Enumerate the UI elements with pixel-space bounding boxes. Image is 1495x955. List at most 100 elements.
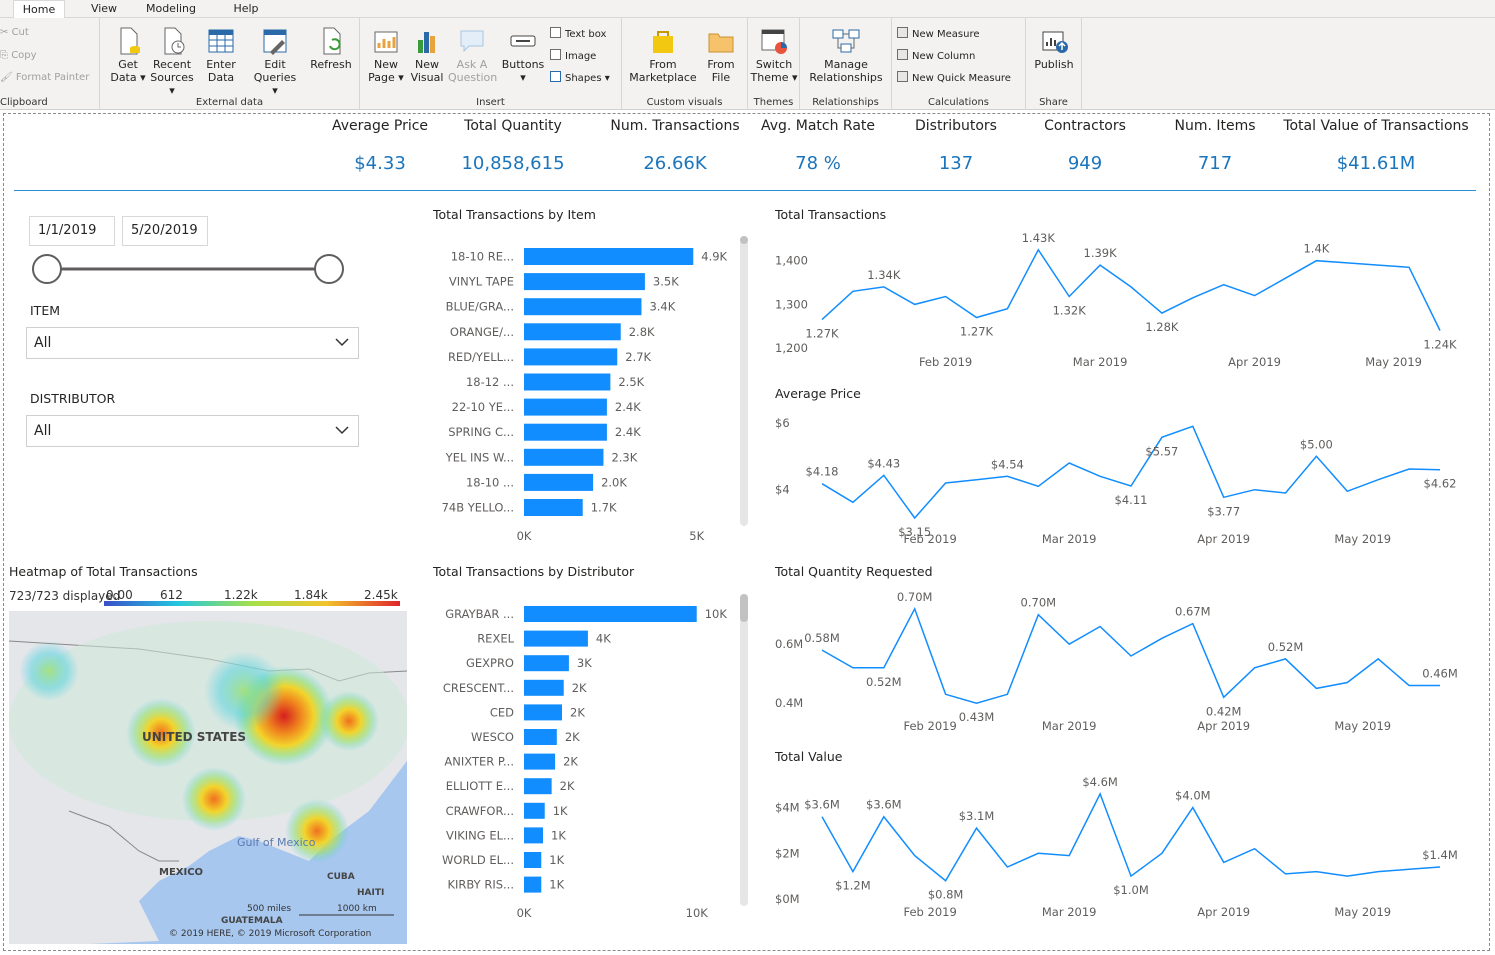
heat-spot-florida: [285, 799, 349, 863]
new-quick-measure-button[interactable]: New Quick Measure: [897, 71, 1011, 86]
x-tick-label: 10K: [686, 906, 709, 920]
data-label: $4.62: [1424, 477, 1457, 491]
bar-chart-icon: [418, 32, 435, 53]
tab-view[interactable]: View: [80, 0, 128, 18]
tab-help[interactable]: Help: [222, 0, 270, 18]
distributor-chart-title: Total Transactions by Distributor: [433, 564, 635, 579]
bar[interactable]: [524, 348, 618, 366]
from-file-button[interactable]: From File: [700, 26, 742, 84]
date-start-input[interactable]: 1/1/2019: [29, 216, 115, 246]
publish-button[interactable]: Publish: [1030, 26, 1078, 71]
bar[interactable]: [524, 630, 588, 647]
bar[interactable]: [524, 679, 564, 696]
enter-data-button[interactable]: Enter Data: [200, 26, 242, 84]
shapes-button[interactable]: Shapes ▾: [550, 71, 610, 86]
new-measure-button[interactable]: New Measure: [897, 27, 980, 42]
bar[interactable]: [524, 704, 562, 721]
edit-queries-button[interactable]: Edit Queries ▾: [252, 26, 298, 97]
ask-question-button[interactable]: Ask A Question: [448, 26, 498, 84]
buttons-icon: [510, 35, 536, 47]
item-dropdown-value: All: [34, 335, 52, 351]
bar-category-label: VIKING EL...: [446, 828, 514, 842]
shapes-icon: [550, 71, 561, 82]
bar[interactable]: [524, 499, 583, 516]
bar[interactable]: [524, 802, 545, 819]
theme-icon: [761, 29, 787, 54]
themes-group: Switch Theme ▾ Themes: [748, 18, 800, 110]
ask-question-label-2: Question: [448, 71, 498, 84]
items-scrollbar[interactable]: [740, 236, 748, 526]
bar-category-label: ANIXTER P...: [444, 755, 514, 769]
bar[interactable]: [524, 876, 542, 893]
x-tick-label: Feb 2019: [904, 719, 957, 733]
tab-modeling[interactable]: Modeling: [140, 0, 202, 18]
bar[interactable]: [524, 423, 607, 441]
date-range-slider[interactable]: [30, 252, 350, 286]
data-label: 0.67M: [1175, 605, 1211, 619]
line-series[interactable]: [821, 792, 1441, 882]
distributor-scroll-thumb[interactable]: [740, 594, 748, 622]
bar-category-label: VINYL TAPE: [449, 275, 514, 289]
bar[interactable]: [524, 448, 604, 466]
new-visual-button[interactable]: New Visual: [408, 26, 446, 84]
item-dropdown[interactable]: All: [26, 327, 359, 359]
data-label: 0.52M: [866, 675, 902, 689]
from-file-label-2: File: [711, 71, 731, 84]
switch-theme-button[interactable]: Switch Theme ▾: [750, 26, 798, 84]
bar-value-label: 1K: [549, 853, 564, 867]
bar[interactable]: [524, 606, 697, 622]
refresh-button[interactable]: Refresh: [308, 26, 354, 71]
x-tick-label: Apr 2019: [1228, 355, 1281, 369]
recent-sources-button[interactable]: Recent Sources ▾: [148, 26, 196, 97]
buttons-button[interactable]: Buttons ▾: [500, 26, 546, 84]
heatmap-map[interactable]: UNITED STATES Gulf of Mexico MEXICO CUBA…: [9, 611, 407, 944]
average-price-line-chart: $6$4$4.18$4.43$3.15$4.54$4.11$5.57$3.77$…: [775, 416, 1457, 546]
slider-end-handle[interactable]: [314, 254, 344, 284]
slider-start-handle[interactable]: [32, 254, 62, 284]
bar[interactable]: [524, 778, 552, 795]
bar[interactable]: [524, 655, 569, 672]
bar[interactable]: [524, 753, 556, 770]
map-label-us: UNITED STATES: [142, 730, 246, 744]
bar[interactable]: [524, 398, 607, 416]
total-quantity-title: Total Quantity Requested: [775, 564, 933, 579]
data-label: 0.58M: [804, 631, 840, 645]
bar[interactable]: [524, 827, 543, 844]
copy-button[interactable]: ⎘ Copy: [0, 49, 37, 63]
format-painter-button[interactable]: 🖌 Format Painter: [0, 71, 89, 85]
from-marketplace-button[interactable]: From Marketplace: [628, 26, 698, 84]
cut-button[interactable]: ✂ Cut: [0, 26, 29, 40]
bar[interactable]: [524, 298, 642, 316]
text-box-button[interactable]: Text box: [550, 27, 606, 42]
x-tick-label: Apr 2019: [1197, 532, 1250, 546]
bar[interactable]: [524, 729, 557, 745]
bar[interactable]: [524, 473, 594, 491]
bar[interactable]: [524, 852, 542, 868]
x-tick-label: Mar 2019: [1042, 719, 1097, 733]
from-marketplace-label-1: From: [649, 58, 677, 71]
new-page-button[interactable]: New Page ▾: [366, 26, 406, 84]
new-column-button[interactable]: New Column: [897, 49, 975, 64]
bar[interactable]: [524, 273, 645, 291]
tab-home[interactable]: Home: [13, 0, 65, 19]
y-tick-label: $0M: [775, 892, 800, 906]
bar[interactable]: [524, 373, 611, 391]
custom-visuals-group: From Marketplace From File Custom visuals: [622, 18, 748, 110]
bar[interactable]: [524, 248, 694, 265]
get-data-button[interactable]: Get Data ▾: [108, 26, 148, 84]
manage-relationships-button[interactable]: Manage Relationships: [804, 26, 888, 84]
date-end-input[interactable]: 5/20/2019: [122, 216, 208, 246]
distributor-dropdown[interactable]: All: [26, 415, 359, 447]
total-quantity-line-chart: 0.6M 0.4M 0.58M 0.52M 0.70M 0.43M 0.70M 0.67M 0.…: [775, 590, 1458, 733]
new-page-label-1: New: [374, 58, 398, 71]
buttons-label-1: Buttons: [501, 58, 545, 71]
distributor-scrollbar[interactable]: [740, 594, 748, 906]
image-button[interactable]: Image: [550, 49, 596, 64]
map-scale-miles: 500 miles: [247, 904, 291, 914]
items-scroll-thumb[interactable]: [740, 236, 748, 244]
bar[interactable]: [524, 323, 621, 341]
data-label: $4.54: [991, 457, 1024, 471]
y-tick-label: 0.6M: [775, 637, 803, 651]
enter-data-label-2: Data: [207, 71, 235, 84]
bar-value-label: 2K: [572, 681, 587, 695]
